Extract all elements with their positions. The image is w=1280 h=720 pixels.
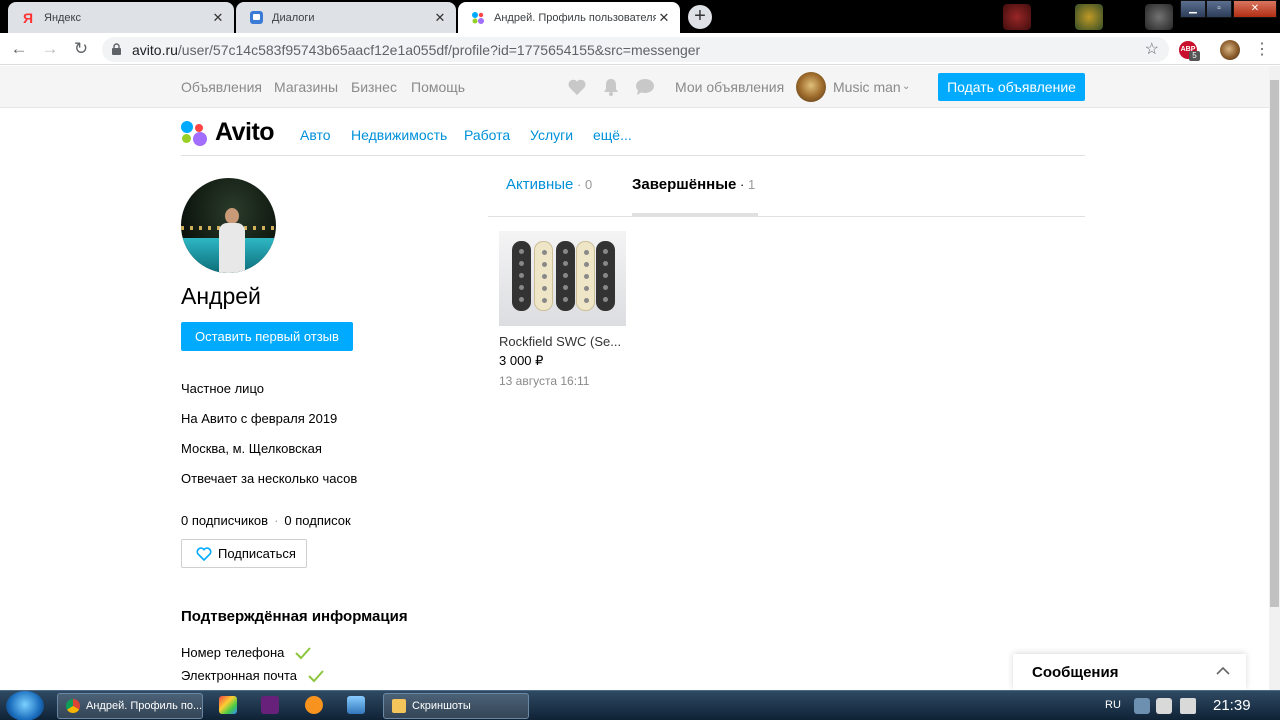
network-tray-icon[interactable] [1134, 698, 1150, 714]
profile-avatar [181, 178, 276, 273]
extension-badge: 5 [1189, 51, 1200, 61]
language-indicator[interactable]: RU [1105, 699, 1121, 711]
browser-profile-avatar[interactable] [1220, 40, 1240, 60]
subscription-stats: 0 подписчиков · 0 подписок [181, 513, 351, 528]
browser-tabstrip: Я Яндекс ✕ Диалоги ✕ Андрей. Профиль пол… [0, 0, 1280, 33]
listing-image[interactable] [499, 231, 626, 326]
flag-tray-icon[interactable] [1156, 698, 1172, 714]
nav-link-more[interactable]: ещё... [593, 127, 632, 143]
chat-icon [248, 10, 264, 26]
user-avatar[interactable] [796, 72, 826, 102]
profile-type: Частное лицо [181, 381, 264, 396]
check-icon [308, 669, 324, 682]
nav-link-auto[interactable]: Авто [300, 127, 331, 143]
messages-label: Сообщения [1032, 664, 1119, 681]
topbar-link-business[interactable]: Бизнес [351, 79, 397, 95]
topbar-link-ads[interactable]: Объявления [181, 79, 262, 95]
tab-active-listings[interactable]: Активные · 0 [506, 176, 592, 193]
browser-tab-yandex[interactable]: Я Яндекс ✕ [8, 2, 234, 33]
bookmark-star-icon[interactable]: ☆ [1145, 39, 1159, 59]
new-tab-button[interactable]: + [688, 5, 712, 29]
profile-member-since: На Авито с февраля 2019 [181, 411, 338, 426]
chevron-up-icon[interactable] [1216, 664, 1230, 678]
tab-title: Диалоги [272, 11, 315, 24]
taskbar-app-folder[interactable]: Скриншоты [383, 693, 529, 719]
post-ad-button[interactable]: Подать объявление [938, 73, 1085, 101]
nav-link-jobs[interactable]: Работа [464, 127, 510, 143]
nav-link-services[interactable]: Услуги [530, 127, 573, 143]
volume-tray-icon[interactable] [1180, 698, 1196, 714]
avito-icon [470, 10, 486, 26]
windows-taskbar: Андрей. Профиль по... Скриншоты RU 21:39 [0, 690, 1280, 720]
subscriptions-count[interactable]: 0 подписок [284, 513, 350, 528]
topbar-link-shops[interactable]: Магазины [274, 79, 338, 95]
chrome-icon [66, 699, 80, 713]
listing-title[interactable]: Rockfield SWC (Se... [499, 334, 626, 349]
subscribe-label: Подписаться [218, 546, 296, 561]
scrollbar-thumb[interactable] [1270, 80, 1279, 607]
profile-name: Андрей [181, 283, 261, 309]
logo-text: Avito [215, 118, 275, 146]
yandex-icon: Я [22, 9, 34, 26]
browser-tab-avito[interactable]: Андрей. Профиль пользователя н ✕ [458, 2, 680, 33]
tab-title: Андрей. Профиль пользователя н [494, 11, 656, 24]
media-player-icon[interactable] [305, 696, 323, 714]
site-nav: Avito Авто Недвижимость Работа Услуги ещ… [181, 112, 1085, 156]
notifications-bell-icon[interactable] [601, 78, 621, 96]
topbar-link-help[interactable]: Помощь [411, 79, 465, 95]
verified-email: Электронная почта [181, 668, 325, 683]
browser-toolbar: ← → ↻ avito.ru/user/57c14c583f95743b65aa… [0, 33, 1280, 65]
system-clock[interactable]: 21:39 [1213, 697, 1251, 714]
browser-menu-icon[interactable]: ⋮ [1254, 40, 1270, 60]
explorer-icon[interactable] [347, 696, 365, 714]
desktop-game-icon [1075, 4, 1103, 30]
lock-icon [112, 43, 121, 55]
messages-panel[interactable]: Сообщения [1013, 654, 1246, 690]
paint-icon[interactable] [219, 696, 237, 714]
reload-icon[interactable]: ↻ [70, 38, 92, 60]
heart-outline-icon [196, 546, 212, 561]
messages-bubble-icon[interactable] [635, 78, 655, 96]
listing-price: 3 000 ₽ [499, 353, 544, 368]
my-ads-link[interactable]: Мои объявления [675, 79, 784, 95]
favorites-heart-icon[interactable] [567, 78, 587, 96]
nav-link-realty[interactable]: Недвижимость [351, 127, 447, 143]
browser-tab-dialogs[interactable]: Диалоги ✕ [236, 2, 456, 33]
check-icon [295, 646, 312, 659]
desktop-game-icon [1145, 4, 1173, 30]
taskbar-app-chrome[interactable]: Андрей. Профиль по... [57, 693, 203, 719]
url-text: avito.ru/user/57c14c583f95743b65aacf12e1… [132, 42, 701, 58]
close-icon[interactable]: ✕ [432, 10, 448, 26]
listing-date: 13 августа 16:11 [499, 374, 590, 388]
chevron-down-icon[interactable]: ⌄ [902, 81, 910, 92]
close-icon[interactable]: ✕ [210, 10, 226, 26]
back-icon[interactable]: ← [8, 38, 30, 60]
verified-phone: Номер телефона [181, 645, 312, 660]
profile-location: Москва, м. Щелковская [181, 441, 322, 456]
subscribers-count[interactable]: 0 подписчиков [181, 513, 268, 528]
subscribe-button[interactable]: Подписаться [181, 539, 307, 568]
address-bar[interactable]: avito.ru/user/57c14c583f95743b65aacf12e1… [102, 37, 1169, 62]
visual-studio-icon[interactable] [261, 696, 279, 714]
tab-indicator [632, 213, 758, 216]
verified-info-title: Подтверждённая информация [181, 608, 408, 625]
listing-tabs: Активные · 0 Завершённые · 1 [488, 156, 1085, 217]
avito-logo[interactable]: Avito [181, 116, 281, 146]
maximize-button[interactable]: ▫ [1206, 0, 1232, 18]
listing-card[interactable]: Rockfield SWC (Se... 3 000 ₽ 13 августа … [499, 231, 626, 388]
close-icon[interactable]: ✕ [656, 10, 672, 26]
tab-completed-listings[interactable]: Завершённые · 1 [632, 176, 755, 193]
forward-icon[interactable]: → [39, 38, 61, 60]
folder-icon [392, 699, 406, 713]
tab-title: Яндекс [44, 11, 81, 24]
user-name[interactable]: Music man [833, 79, 901, 95]
start-button[interactable] [6, 691, 44, 720]
site-topbar: Объявления Магазины Бизнес Помощь Мои об… [0, 66, 1269, 108]
window-close-button[interactable]: ✕ [1233, 0, 1277, 18]
leave-review-button[interactable]: Оставить первый отзыв [181, 322, 353, 351]
desktop-game-icon [1003, 4, 1031, 30]
minimize-button[interactable]: ▁ [1180, 0, 1206, 18]
profile-response-time: Отвечает за несколько часов [181, 471, 358, 486]
